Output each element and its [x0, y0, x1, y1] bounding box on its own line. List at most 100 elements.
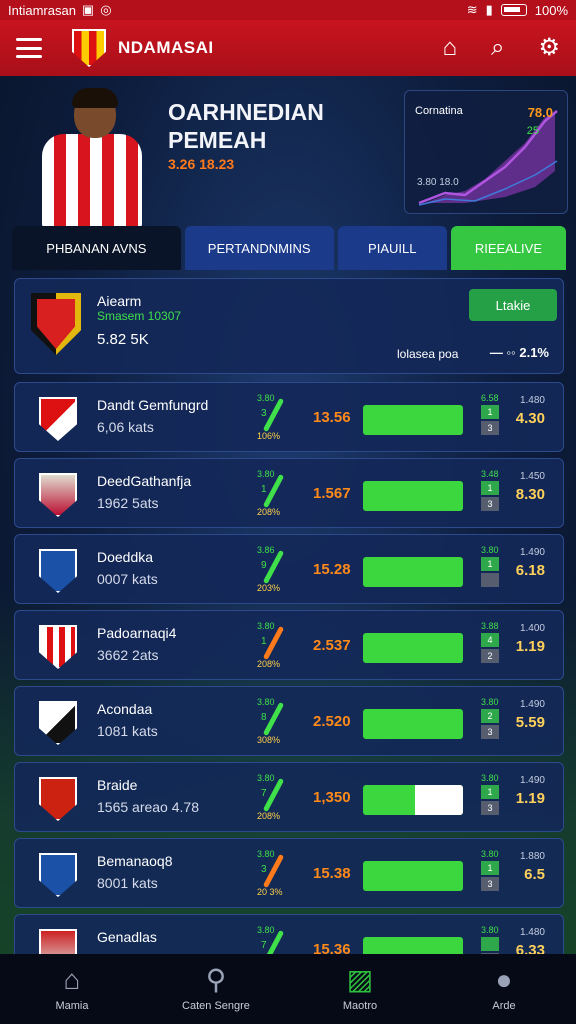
- team-row[interactable]: DeedGathanfja 1962 5ats 3.80 1 208% 1.567 3.48…: [14, 458, 564, 528]
- team-name: Bemanaoq8: [97, 853, 173, 869]
- team-name: Doeddka: [97, 549, 154, 565]
- stat-box-bot: 3: [481, 725, 499, 739]
- trend-bot: 106%: [257, 431, 281, 441]
- nav-item-home[interactable]: ⌂ Mamia: [17, 964, 127, 1013]
- mini-chart-xlabel: 3.80 18.0: [417, 177, 459, 188]
- team-value: 1.567: [313, 485, 351, 502]
- progress-bar: [363, 861, 463, 891]
- featured-name: Aiearm: [97, 293, 142, 309]
- trend-indicator: 3.80 1 208%: [257, 621, 301, 673]
- right-value: 6.18: [515, 562, 545, 579]
- trend-bot: 308%: [257, 735, 281, 745]
- team-row[interactable]: Doeddka 0007 kats 3.86 9 203% 15.28 3.80 1 1.490…: [14, 534, 564, 604]
- alert-icon: ◎: [100, 2, 112, 17]
- trend-mid: 3: [261, 408, 267, 419]
- stat-box-bot: [481, 573, 499, 587]
- stat-box-mid: 1: [481, 405, 499, 419]
- featured-card[interactable]: Aiearm Smasem 10307 5.82 5K Ltakie lolas…: [14, 278, 564, 374]
- featured-button[interactable]: Ltakie: [469, 289, 557, 321]
- tab-1[interactable]: PHBANAN AVNS: [12, 226, 181, 270]
- nav-item-search[interactable]: ⚲ Caten Sengre: [161, 964, 271, 1013]
- trend-indicator: 3.80 3 20 3%: [257, 849, 301, 901]
- featured-stat-value: 2.1%: [519, 345, 549, 360]
- stat-box-mid: 1: [481, 557, 499, 571]
- home-icon[interactable]: ⌂: [443, 36, 458, 60]
- mini-chart[interactable]: Cornatina 78.0 25 3.80 18.0: [404, 90, 568, 214]
- hero-title-line1: OARHNEDIAN: [168, 99, 324, 125]
- trend-top: 3.80: [257, 393, 275, 403]
- right-small: 1.490: [519, 775, 545, 786]
- menu-icon[interactable]: [16, 38, 42, 58]
- trend-indicator: 3.80 3 106%: [257, 393, 301, 445]
- team-name: DeedGathanfja: [97, 473, 192, 489]
- tab-3[interactable]: PIAUILL: [337, 226, 447, 270]
- trend-top: 3.80: [257, 925, 275, 935]
- search-icon[interactable]: ⌕: [491, 36, 504, 60]
- team-row[interactable]: Acondaa 1081 kats 3.80 8 308% 2.520 3.80 2 3 1.49…: [14, 686, 564, 756]
- nav-label: Maotro: [342, 1000, 378, 1012]
- right-small: 1.490: [519, 699, 545, 710]
- team-crest-logo: [39, 625, 77, 669]
- right-small: 1.450: [519, 471, 545, 482]
- stat-box: 3.48 1 3: [481, 469, 503, 519]
- right-small: 1.490: [519, 547, 545, 558]
- trend-top: 3.80: [257, 773, 275, 783]
- notification-icon: ▣: [81, 2, 95, 17]
- stat-box: 3.80 1 3: [481, 773, 503, 823]
- hero-banner: OARHNEDIAN PEMEAH 3.26 18.23 Cornatina 7…: [0, 76, 576, 228]
- team-row[interactable]: Bemanaoq8 8001 kats 3.80 3 20 3% 15.38 3.80 1 3 1…: [14, 838, 564, 908]
- trend-top: 3.80: [257, 469, 275, 479]
- status-bar: Intiamrasan ▣ ◎ ≋ ▮ 100%: [0, 0, 576, 20]
- trend-top: 3.80: [257, 849, 275, 859]
- team-row[interactable]: Braide 1565 areao 4.78 3.80 7 208% 1,350 3.80 1…: [14, 762, 564, 832]
- progress-bar: [363, 785, 463, 815]
- progress-bar: [363, 405, 463, 435]
- stat-box-bot: 2: [481, 649, 499, 663]
- stat-box-bot: 3: [481, 801, 499, 815]
- trend-mid: 7: [261, 940, 267, 951]
- stat-box: 6.58 1 3: [481, 393, 503, 443]
- trend-bot: 208%: [257, 811, 281, 821]
- team-name: Dandt Gemfungrd: [97, 397, 209, 413]
- right-small: 1.480: [519, 395, 545, 406]
- progress-fill: [415, 785, 463, 815]
- right-value: 4.30: [515, 410, 545, 427]
- progress-bar: [363, 709, 463, 739]
- featured-sub: Smasem 10307: [97, 309, 182, 323]
- featured-crest-logo: [31, 293, 81, 355]
- battery-icon: [500, 4, 527, 16]
- right-stats: 1.490 5.59: [516, 699, 545, 731]
- team-value: 1,350: [313, 789, 351, 806]
- stat-box-top: 3.80: [481, 925, 499, 935]
- nav-label: Arde: [492, 1000, 516, 1012]
- team-name: Acondaa: [97, 701, 153, 717]
- team-row[interactable]: Padoarnaqi4 3662 2ats 3.80 1 208% 2.537 3.88 4 2…: [14, 610, 564, 680]
- trend-mid: 3: [261, 864, 267, 875]
- trend-mid: 1: [261, 636, 267, 647]
- mini-chart-title: Cornatina: [415, 105, 463, 117]
- home-icon: ⌂: [63, 964, 81, 995]
- right-value: 8.30: [515, 486, 545, 503]
- stat-box-top: 3.80: [481, 773, 499, 783]
- tab-4-active[interactable]: RIEEALIVE: [450, 226, 566, 270]
- right-value: 6.5: [524, 866, 545, 883]
- trend-mid: 7: [261, 788, 267, 799]
- gear-icon[interactable]: ⚙: [538, 36, 560, 60]
- right-stats: 1.400 1.19: [516, 623, 545, 655]
- team-sub: 1081 kats: [97, 723, 158, 739]
- right-small: 1.480: [519, 927, 545, 938]
- stat-box-top: 3.80: [481, 545, 499, 555]
- team-crest-logo: [39, 701, 77, 745]
- app-title: NDAMASAI: [118, 38, 214, 57]
- search-icon: ⚲: [205, 964, 227, 995]
- stat-box-mid: 1: [481, 481, 499, 495]
- tab-2[interactable]: PERTANDNMINS: [184, 226, 334, 270]
- team-row[interactable]: Dandt Gemfungrd 6,06 kats 3.80 3 106% 13.56 6.…: [14, 382, 564, 452]
- right-stats: 1.490 6.18: [516, 547, 545, 579]
- stat-box-top: 3.88: [481, 621, 499, 631]
- club-crest-logo: [72, 29, 106, 67]
- bottom-nav: ⌂ Mamia ⚲ Caten Sengre ▨ Maotro ● Arde: [0, 954, 576, 1024]
- nav-item-chart[interactable]: ▨ Maotro: [305, 966, 415, 1013]
- status-left-text: Intiamrasan: [8, 2, 76, 18]
- nav-item-profile[interactable]: ● Arde: [449, 966, 559, 1013]
